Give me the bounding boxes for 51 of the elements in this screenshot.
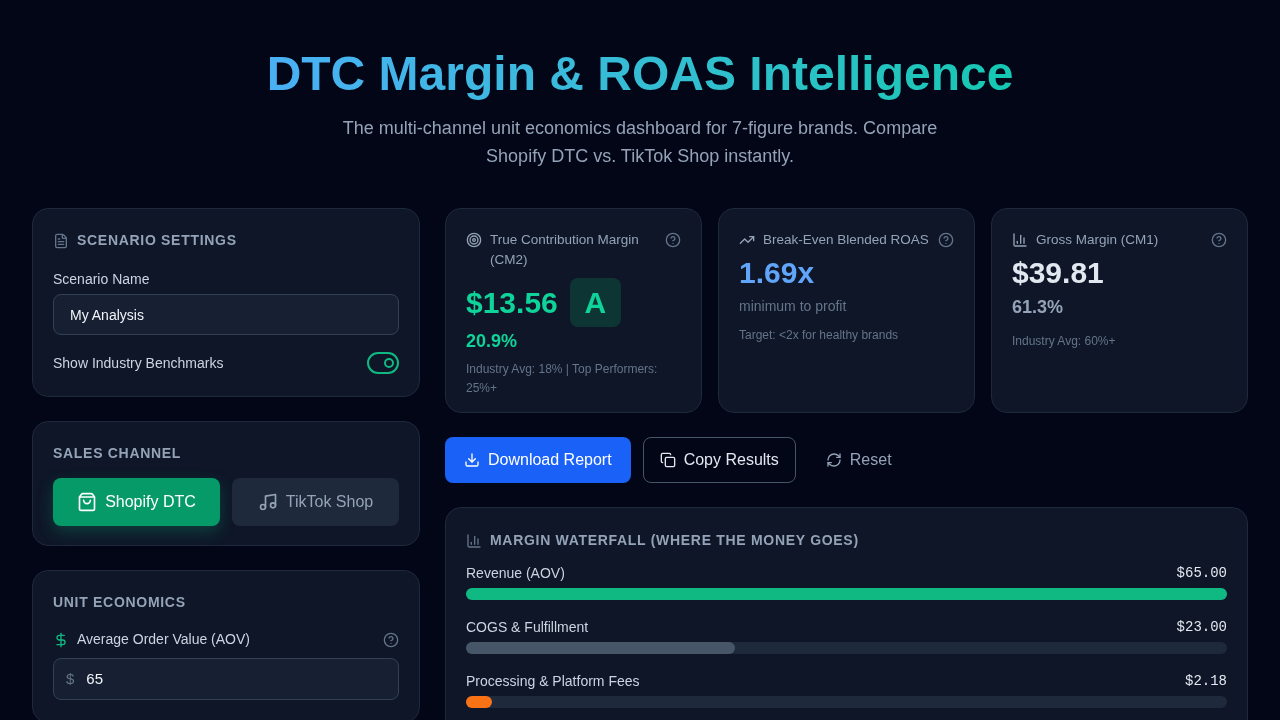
- metric-note: Industry Avg: 60%+: [1012, 333, 1117, 350]
- metric-subtext: 20.9%: [466, 330, 519, 353]
- bar-chart-icon: [1012, 232, 1028, 248]
- field-label: Scenario Name: [53, 270, 151, 288]
- help-icon[interactable]: [1211, 232, 1227, 248]
- channel-option[interactable]: Shopify DTC: [53, 478, 220, 526]
- toggle-label: Show Industry Benchmarks: [53, 353, 224, 373]
- bar-chart-icon: [466, 532, 482, 549]
- aov-field[interactable]: $ 65: [53, 658, 399, 700]
- music-note-icon: [257, 492, 278, 512]
- waterfall-label: Processing & Platform Fees: [466, 672, 640, 691]
- section-title: SCENARIO SETTINGS: [77, 231, 237, 250]
- help-icon[interactable]: [938, 232, 954, 248]
- waterfall-amount: $2.18: [1185, 672, 1227, 691]
- metric-value: 1.69x: [739, 255, 815, 291]
- field-label: Average Order Value (AOV): [77, 630, 250, 649]
- scenario-name-field[interactable]: My Analysis: [53, 294, 399, 335]
- metric-value: $39.81: [1012, 255, 1104, 291]
- document-icon: [53, 232, 69, 249]
- dollar-icon: [53, 631, 69, 648]
- shopping-bag-icon: [77, 492, 98, 512]
- copy-icon: [659, 452, 676, 468]
- copy-results-button[interactable]: Copy Results: [642, 437, 796, 483]
- waterfall-label: Revenue (AOV): [466, 564, 565, 583]
- help-icon[interactable]: [665, 232, 681, 248]
- field-value: 65: [86, 668, 104, 689]
- currency-prefix: $: [66, 668, 75, 689]
- metric-note: Target: <2x for healthy brands: [739, 327, 900, 344]
- reset-button[interactable]: Reset: [807, 437, 910, 483]
- waterfall-amount: $23.00: [1176, 618, 1227, 637]
- metric-title: True Contribution Margin (CM2): [490, 231, 640, 269]
- waterfall-amount: $65.00: [1176, 564, 1227, 583]
- metric-subtext: 61.3%: [1012, 296, 1065, 319]
- channel-option[interactable]: TikTok Shop: [232, 478, 399, 526]
- section-title: MARGIN WATERFALL (WHERE THE MONEY GOES): [490, 531, 859, 550]
- refresh-icon: [825, 452, 842, 468]
- waterfall-label: COGS & Fulfillment: [466, 618, 589, 637]
- help-icon[interactable]: [383, 631, 399, 648]
- benchmarks-toggle[interactable]: [367, 352, 399, 374]
- page-subtitle: The multi-channel unit economics dashboard for 7-figure brands. Compare Shopify DTC vs. TikTok Shop instantly.: [341, 117, 939, 168]
- metric-title: Break-Even Blended ROAS: [763, 231, 929, 249]
- download-report-button[interactable]: Download Report: [445, 437, 631, 483]
- metric-subtext: minimum to profit: [739, 297, 848, 316]
- download-icon: [464, 452, 480, 468]
- target-icon: [466, 232, 482, 248]
- section-title: UNIT ECONOMICS: [53, 593, 187, 611]
- metric-value: $13.56: [466, 284, 558, 321]
- metric-note: Industry Avg: 18% | Top Performers: 25%+: [466, 361, 659, 397]
- section-title: SALES CHANNEL: [53, 444, 183, 462]
- metric-title: Gross Margin (CM1): [1036, 231, 1159, 249]
- grade-badge: A: [569, 278, 621, 327]
